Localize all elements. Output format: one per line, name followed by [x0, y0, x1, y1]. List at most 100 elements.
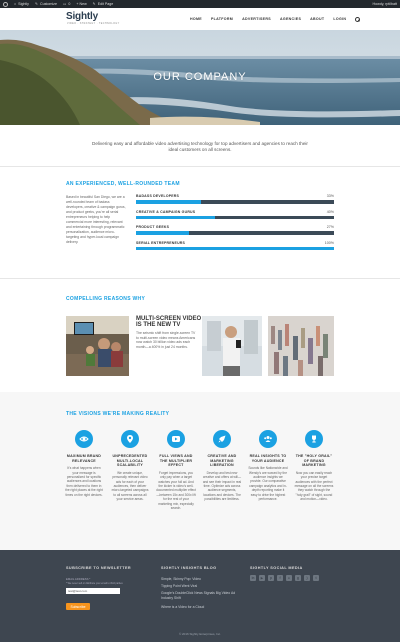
- copyright: © 2016 Sightly Enterprises, Inc.: [178, 632, 222, 636]
- email-field[interactable]: [66, 588, 120, 594]
- team-description: Based in beautiful San Diego, we are a w…: [66, 195, 126, 244]
- nav-home[interactable]: HOME: [190, 17, 202, 21]
- skill-bar-row: SERIAL ENTREPRENEURS 100%: [136, 241, 334, 257]
- admin-new-link[interactable]: + New: [76, 2, 86, 6]
- email-note: * We never sell or distribute your email…: [66, 582, 123, 585]
- email-label: EMAIL ADDRESS *: [66, 577, 91, 581]
- vision-item: THE "HOLY GRAIL" OF BRAND MARKETING Now …: [294, 430, 334, 502]
- nav-advertisers[interactable]: ADVERTISERS: [242, 17, 271, 21]
- skill-bar-fill: [136, 231, 190, 235]
- vision-body: Develop and test new creative and offers…: [202, 470, 242, 502]
- team-heading: AN EXPERIENCED, WELL-ROUNDED TEAM: [66, 181, 180, 187]
- skill-bar-row: CREATIVE & CAMPAIGN GURUS 40%: [136, 210, 334, 226]
- skill-label: SERIAL ENTREPRENEURS: [136, 240, 186, 245]
- skill-bar-fill: [136, 246, 334, 250]
- vision-body: Now you can easily reach your precise ta…: [294, 470, 334, 502]
- eye-icon: [75, 430, 93, 448]
- map-pin-icon: [121, 430, 139, 448]
- skill-bar-fill: [136, 215, 216, 219]
- hero-title: OUR COMPANY: [153, 71, 247, 83]
- section-divider: [0, 278, 400, 279]
- blog-link[interactable]: Where is a Video for a Cloud: [161, 605, 204, 609]
- comment-icon: ▭: [62, 2, 67, 6]
- nav-login[interactable]: LOGIN: [333, 17, 346, 21]
- blog-heading: SIGHTLY INSIGHTS BLOG: [161, 566, 217, 570]
- admin-bar: ⌂ Sightly ✎ Customize ▭ 0 + New ✎ Edit Page …: [0, 0, 400, 8]
- skill-bar-row: BADASS DEVELOPERS 33%: [136, 194, 334, 210]
- crowd-blur-photo: [268, 316, 334, 376]
- vision-item: UNPRECEDENTED MULTI-LOCAL SCALABILITY We…: [110, 430, 150, 502]
- visions-section: [0, 392, 400, 550]
- vision-item: REAL INSIGHTS TO YOUR AUDIENCE Sounds li…: [248, 430, 288, 501]
- pinterest-icon[interactable]: p: [268, 575, 274, 581]
- skill-label: CREATIVE & CAMPAIGN GURUS: [136, 209, 196, 214]
- brush-icon: ✎: [34, 2, 38, 6]
- vision-body: Forget impressions, you only pay when a …: [156, 470, 196, 511]
- vision-body: We create unique, personally relevant vi…: [111, 470, 149, 502]
- blog-link[interactable]: Simple, Skinny Pop: Video: [161, 577, 201, 581]
- skill-percent: 100%: [324, 240, 334, 245]
- newsletter-heading: SUBSCRIBE TO NEWSLETTER: [66, 566, 132, 570]
- admin-account-link[interactable]: Howdy, rptilbatt: [373, 2, 398, 6]
- main-nav: HOME PLATFORM ADVERTISERS AGENCIES ABOUT…: [190, 8, 361, 30]
- nav-agencies[interactable]: AGENCIES: [280, 17, 301, 21]
- section-divider: [0, 166, 400, 167]
- admin-site-link[interactable]: ⌂ Sightly: [14, 2, 29, 6]
- vision-title: REAL INSIGHTS TO YOUR AUDIENCE: [249, 454, 287, 463]
- facebook-icon[interactable]: f: [277, 575, 283, 581]
- flickr-icon[interactable]: ●: [286, 575, 292, 581]
- skill-bar-row: PRODUCT GEEKS 27%: [136, 225, 334, 241]
- skill-percent: 27%: [326, 225, 334, 229]
- pencil-icon: ✎: [92, 2, 96, 6]
- skill-bar-track: [136, 215, 334, 219]
- skill-label: BADASS DEVELOPERS: [136, 194, 180, 198]
- family-tv-photo: [66, 316, 129, 376]
- social-heading: SIGHTLY SOCIAL MEDIA: [250, 566, 303, 570]
- social-icons: in ▶ p f ● g ) t: [250, 575, 319, 581]
- users-icon: [259, 430, 277, 448]
- reason-body: The seismic shift from single-screen TV …: [136, 331, 196, 349]
- subscribe-button[interactable]: Subscribe: [66, 603, 90, 610]
- vision-item: FULL VIEWS AND THE MULTIPLIER EFFECT For…: [156, 430, 196, 510]
- skill-bar-fill: [136, 200, 202, 204]
- vision-title: FULL VIEWS AND THE MULTIPLIER EFFECT: [159, 454, 193, 468]
- skill-bar-track: [136, 231, 334, 235]
- vision-item: MAXIMUM BRAND RELEVANCE It's what happen…: [64, 430, 104, 497]
- skill-percent: 33%: [326, 194, 334, 198]
- rss-icon[interactable]: ): [304, 575, 310, 581]
- phone-user-photo: [202, 316, 262, 376]
- linkedin-icon[interactable]: in: [250, 575, 256, 581]
- visions-heading: THE VISIONS WE'RE MAKING REALITY: [66, 411, 170, 417]
- site-logo[interactable]: Sightly: [66, 11, 98, 22]
- search-icon[interactable]: [355, 16, 361, 22]
- nav-about[interactable]: ABOUT: [310, 17, 324, 21]
- skill-bar-track: [136, 200, 334, 204]
- play-icon: [167, 430, 185, 448]
- trophy-icon: [305, 430, 323, 448]
- rocket-icon: [213, 430, 231, 448]
- blog-link[interactable]: Tipping Point Went Viral: [161, 584, 197, 588]
- googleplus-icon[interactable]: g: [295, 575, 301, 581]
- reasons-heading: COMPELLING REASONS WHY: [66, 296, 146, 302]
- youtube-icon[interactable]: ▶: [259, 575, 265, 581]
- vision-title: CREATIVE AND MARKETING LIBERATION: [207, 454, 237, 468]
- hero-banner: OUR COMPANY: [0, 30, 400, 125]
- nav-platform[interactable]: PLATFORM: [211, 17, 233, 21]
- vision-body: It's what happens when your message is p…: [65, 466, 103, 497]
- home-icon: ⌂: [14, 2, 17, 6]
- blog-link[interactable]: Google's DoubleClick News Signals Big Vi…: [161, 591, 243, 601]
- admin-customize-link[interactable]: ✎ Customize: [35, 2, 57, 6]
- vision-title: UNPRECEDENTED MULTI-LOCAL SCALABILITY: [112, 454, 148, 468]
- intro-text: Delivering easy and affordable video adv…: [92, 141, 308, 152]
- twitter-icon[interactable]: t: [313, 575, 319, 581]
- wordpress-logo-icon: [3, 1, 8, 7]
- skill-bars: BADASS DEVELOPERS 33% CREATIVE & CAMPAIGN …: [136, 194, 334, 256]
- reason-title: MULTI-SCREEN VIDEO IS THE NEW TV: [136, 316, 202, 329]
- vision-body: Sounds like Nationwide and Wendy's are w…: [248, 466, 288, 502]
- admin-edit-page-link[interactable]: ✎ Edit Page: [93, 2, 114, 6]
- skill-bar-track: [136, 246, 334, 250]
- site-header: Sightly VIDEO · STRATEGY · TECHNOLOGY HO…: [0, 8, 400, 30]
- skill-label: PRODUCT GEEKS: [136, 225, 170, 229]
- admin-comments-link[interactable]: ▭ 0: [63, 2, 70, 6]
- wordpress-menu[interactable]: [3, 1, 8, 7]
